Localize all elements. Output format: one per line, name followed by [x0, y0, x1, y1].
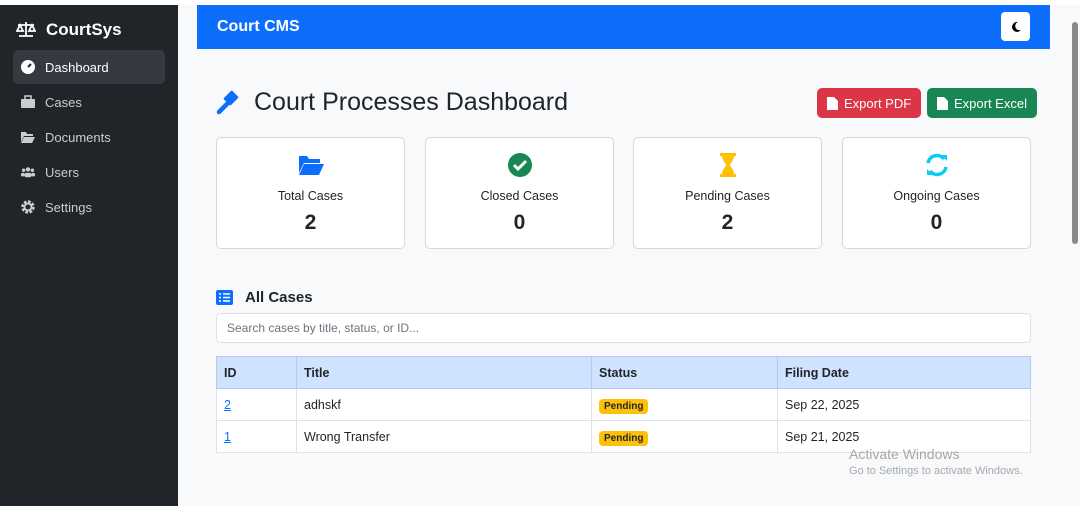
case-title: adhskf: [296, 388, 592, 421]
list-icon: [216, 290, 233, 305]
gauge-icon: [21, 60, 35, 74]
page-title-text: Court Processes Dashboard: [254, 88, 569, 116]
column-header-status[interactable]: Status: [591, 356, 778, 389]
scrollbar[interactable]: [1068, 14, 1080, 506]
search-input[interactable]: [216, 313, 1031, 343]
file-excel-icon: [937, 96, 948, 110]
stat-value: 2: [721, 211, 734, 234]
gear-icon: [21, 200, 35, 214]
filing-date: Sep 22, 2025: [777, 388, 1031, 421]
sidebar-item-label: Settings: [45, 199, 92, 215]
stat-value: 2: [304, 211, 317, 234]
sidebar-item-label: Dashboard: [45, 59, 109, 75]
stat-card-ongoing: Ongoing Cases 0: [842, 137, 1031, 249]
folder-open-icon: [298, 156, 324, 175]
briefcase-icon: [21, 95, 35, 108]
gavel-icon: [216, 90, 239, 114]
case-id-link[interactable]: 2: [224, 398, 231, 412]
sidebar-item-documents[interactable]: Documents: [13, 120, 165, 154]
check-circle-icon: [507, 153, 532, 177]
brand[interactable]: CourtSys: [16, 20, 122, 40]
stat-value: 0: [930, 211, 943, 234]
activation-watermark-title: Activate Windows: [849, 446, 960, 462]
top-header: Court CMS: [197, 5, 1050, 49]
sidebar-item-settings[interactable]: Settings: [13, 190, 165, 224]
sync-icon: [925, 153, 948, 177]
column-header-id[interactable]: ID: [216, 356, 297, 389]
section-heading: All Cases: [216, 289, 313, 306]
table-row: 2 adhskf Pending Sep 22, 2025: [216, 388, 1031, 421]
stat-label: Closed Cases: [480, 189, 559, 203]
column-header-filing-date[interactable]: Filing Date: [777, 356, 1031, 389]
sidebar: CourtSys Dashboard Cases Documents Users…: [0, 5, 178, 506]
sidebar-item-label: Cases: [45, 94, 82, 110]
stat-card-closed: Closed Cases 0: [425, 137, 614, 249]
moon-icon: [1011, 21, 1021, 32]
case-id-link[interactable]: 1: [224, 430, 231, 444]
folder-open-icon: [21, 132, 35, 143]
sidebar-item-dashboard[interactable]: Dashboard: [13, 50, 165, 84]
page-title: Court Processes Dashboard: [216, 88, 568, 117]
sidebar-nav: Dashboard Cases Documents Users Settings: [13, 50, 165, 225]
scroll-thumb[interactable]: [1072, 22, 1078, 244]
users-icon: [21, 167, 35, 178]
section-title: All Cases: [245, 289, 313, 306]
column-header-title[interactable]: Title: [296, 356, 592, 389]
stat-value: 0: [513, 211, 526, 234]
export-pdf-label: Export PDF: [844, 95, 912, 111]
status-badge: Pending: [599, 430, 649, 446]
scale-icon: [16, 22, 36, 37]
theme-toggle-button[interactable]: [1001, 12, 1030, 41]
stat-label: Pending Cases: [685, 189, 770, 203]
status-badge: Pending: [599, 398, 649, 414]
sidebar-item-users[interactable]: Users: [13, 155, 165, 189]
header-title: Court CMS: [217, 18, 300, 35]
export-pdf-button[interactable]: Export PDF: [817, 88, 922, 118]
sidebar-item-cases[interactable]: Cases: [13, 85, 165, 119]
sidebar-item-label: Documents: [45, 129, 111, 145]
sidebar-item-label: Users: [45, 164, 79, 180]
file-pdf-icon: [827, 96, 838, 110]
hourglass-icon: [719, 153, 736, 177]
export-excel-button[interactable]: Export Excel: [927, 88, 1037, 118]
brand-name: CourtSys: [46, 20, 122, 39]
stat-card-total: Total Cases 2: [216, 137, 405, 249]
case-title: Wrong Transfer: [296, 420, 592, 453]
stat-label: Total Cases: [277, 189, 344, 203]
activation-watermark-subtitle: Go to Settings to activate Windows.: [849, 465, 1023, 477]
stat-label: Ongoing Cases: [893, 189, 980, 203]
export-excel-label: Export Excel: [954, 95, 1027, 111]
stat-card-pending: Pending Cases 2: [633, 137, 822, 249]
cases-table: ID Title Status Filing Date 2 adhskf Pen…: [216, 356, 1031, 453]
